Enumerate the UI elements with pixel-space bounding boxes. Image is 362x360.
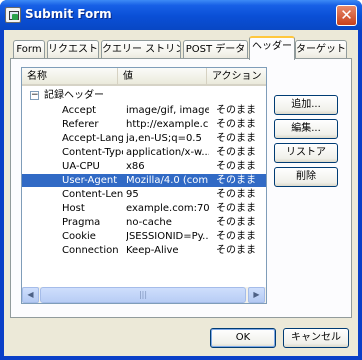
header-value: ja,en-US;q=0.5 — [126, 133, 202, 144]
table-row[interactable]: Referer http://example.c... そのまま — [22, 118, 266, 131]
chevron-right-icon: ▶ — [253, 290, 260, 299]
tab-form[interactable]: Form — [13, 40, 45, 59]
header-name: Accept-Language — [62, 133, 123, 144]
table-row[interactable]: Connection Keep-Alive そのまま — [22, 244, 266, 257]
table-row-selected[interactable]: User-Agent Mozilla/4.0 (com... そのまま — [22, 174, 266, 187]
table-row[interactable]: Accept image/gif, image... そのまま — [22, 104, 266, 117]
header-name: Pragma — [62, 217, 101, 228]
header-name: Cookie — [62, 231, 96, 242]
header-action: そのまま — [216, 245, 256, 256]
table-row[interactable]: Host example.com:7011 そのまま — [22, 202, 266, 215]
add-button[interactable]: 追加... — [274, 95, 338, 115]
table-row[interactable]: Cookie JSESSIONID=Py... そのまま — [22, 230, 266, 243]
tab-post-data[interactable]: POST データ — [183, 40, 248, 59]
table-row[interactable]: Pragma no-cache そのまま — [22, 216, 266, 229]
header-name: UA-CPU — [62, 161, 100, 172]
header-value: image/gif, image... — [126, 105, 209, 116]
column-header-name[interactable]: 名称 — [22, 68, 118, 85]
cancel-button[interactable]: キャンセル — [283, 328, 349, 348]
list-header: 名称 値 アクション — [22, 68, 266, 86]
close-icon: ✕ — [340, 6, 353, 24]
dialog-window: Submit Form ✕ Form リクエスト クエリー ストリング POST… — [0, 0, 362, 360]
headers-tab-panel: 名称 値 アクション − 記録ヘッダー Accept image/gif, im… — [10, 58, 352, 318]
header-action: そのまま — [216, 161, 256, 172]
tab-headers[interactable]: ヘッダー — [249, 36, 295, 60]
close-button[interactable]: ✕ — [336, 5, 357, 26]
header-name: Referer — [62, 119, 99, 130]
header-action: そのまま — [216, 147, 256, 158]
header-action: そのまま — [216, 175, 256, 186]
scroll-left-button[interactable]: ◀ — [22, 287, 39, 303]
header-name: Connection — [62, 245, 119, 256]
horizontal-scrollbar[interactable]: ◀ ||| ▶ — [22, 287, 266, 303]
title-bar[interactable]: Submit Form ✕ — [0, 0, 362, 30]
window-title: Submit Form — [25, 7, 112, 21]
header-value: application/x-w... — [126, 147, 209, 158]
header-action: そのまま — [216, 203, 256, 214]
header-name: User-Agent — [62, 175, 118, 186]
chevron-left-icon: ◀ — [27, 290, 34, 299]
form-app-icon — [5, 7, 21, 23]
tab-request[interactable]: リクエスト — [47, 40, 99, 59]
ok-button[interactable]: OK — [210, 328, 276, 348]
header-name: Accept — [62, 105, 97, 116]
tab-query-string[interactable]: クエリー ストリング — [101, 40, 181, 59]
header-action: そのまま — [216, 119, 256, 130]
grip-icon: ||| — [138, 290, 148, 299]
group-label: 記録ヘッダー — [44, 90, 104, 101]
header-value: http://example.c... — [126, 119, 209, 130]
header-name: Host — [62, 203, 85, 214]
header-action: そのまま — [216, 231, 256, 242]
header-value: JSESSIONID=Py... — [126, 231, 209, 242]
header-list-view[interactable]: 名称 値 アクション − 記録ヘッダー Accept image/gif, im… — [21, 67, 267, 304]
header-value: example.com:7011 — [126, 203, 209, 214]
header-action: そのまま — [216, 105, 256, 116]
reset-button[interactable]: リストア — [274, 143, 338, 163]
edit-button[interactable]: 編集... — [274, 119, 338, 139]
table-row[interactable]: Content-Length 95 そのまま — [22, 188, 266, 201]
column-header-action[interactable]: アクション — [207, 68, 266, 85]
delete-button[interactable]: 削除 — [274, 167, 338, 187]
header-name: Content-Type — [62, 147, 123, 158]
scroll-thumb[interactable]: ||| — [40, 287, 246, 303]
scroll-right-button[interactable]: ▶ — [248, 287, 265, 303]
header-action: そのまま — [216, 217, 256, 228]
group-row-recorded-headers[interactable]: − 記録ヘッダー — [22, 89, 266, 102]
header-name: Content-Length — [62, 189, 123, 200]
header-value: 95 — [126, 189, 139, 200]
header-action: そのまま — [216, 133, 256, 144]
header-value: x86 — [126, 161, 145, 172]
table-row[interactable]: UA-CPU x86 そのまま — [22, 160, 266, 173]
header-action: そのまま — [216, 189, 256, 200]
header-value: no-cache — [126, 217, 172, 228]
collapse-icon[interactable]: − — [30, 91, 39, 100]
header-value: Keep-Alive — [126, 245, 179, 256]
column-header-value[interactable]: 値 — [118, 68, 207, 85]
tab-target[interactable]: ターゲット — [295, 40, 347, 59]
dialog-client-area: Form リクエスト クエリー ストリング POST データ ヘッダー ターゲッ… — [4, 30, 358, 356]
table-row[interactable]: Accept-Language ja,en-US;q=0.5 そのまま — [22, 132, 266, 145]
header-value: Mozilla/4.0 (com... — [126, 175, 209, 186]
table-row[interactable]: Content-Type application/x-w... そのまま — [22, 146, 266, 159]
